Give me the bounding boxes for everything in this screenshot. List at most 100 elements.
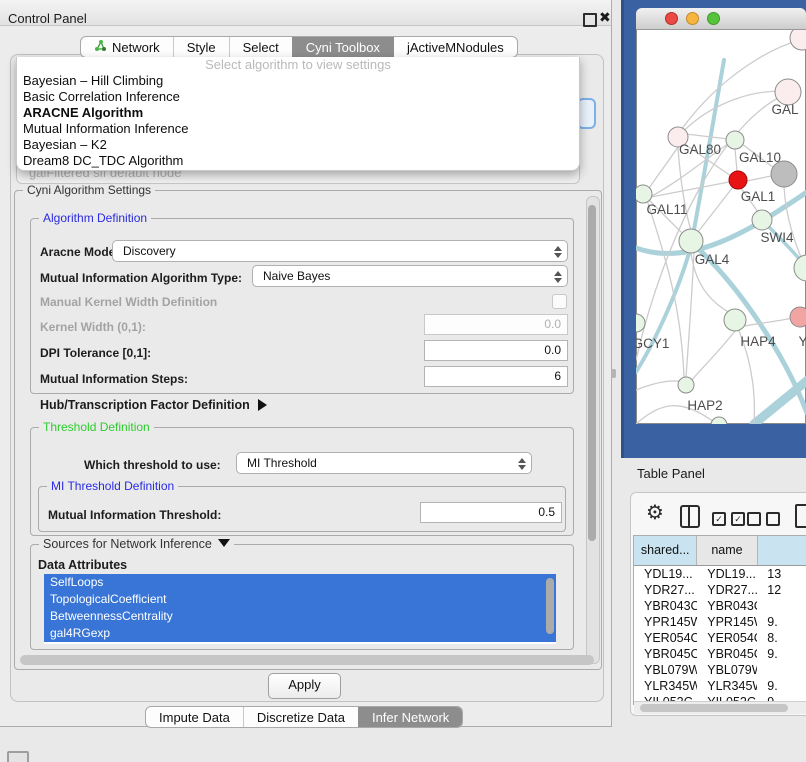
table-row[interactable]: YLR345WYLR345W9. [634,678,806,694]
window-minimize-traffic-icon[interactable] [686,12,699,25]
node-swi4[interactable] [752,210,772,230]
node-label-gcy1: GCY1 [636,336,669,351]
settings-vscrollbar-track[interactable] [586,196,600,664]
algorithm-option-aracne-algorithm[interactable]: ARACNE Algorithm [17,105,579,121]
network-canvas[interactable]: GALGAL80GAL10GAL1GAL11SWI4GAL4GCY1HAP4YH… [636,30,806,424]
tab-infer-network[interactable]: Infer Network [358,707,462,727]
gear-icon[interactable]: ⚙ [646,503,664,523]
network-edge[interactable] [698,187,733,232]
table-row[interactable]: YDR27...YDR27...12 [634,582,806,598]
column-header-extra[interactable] [758,536,806,565]
tab-label: Select [243,40,279,55]
algorithm-option-dream8-dc-tdc-algorithm[interactable]: Dream8 DC_TDC Algorithm [17,153,579,169]
node-table[interactable]: shared...nameYDL19...YDL19...13YDR27...Y… [633,535,806,705]
deselect-all-columns-icon[interactable] [747,512,780,526]
table-cell: YDL19... [697,566,757,582]
node-hap4[interactable] [724,309,746,331]
hub-definition-toggle[interactable]: Hub/Transcription Factor Definition [40,398,267,412]
node-gal4[interactable] [679,229,703,253]
data-attributes-list[interactable]: SelfLoopsTopologicalCoefficientBetweenne… [44,574,556,644]
column-header-shared[interactable]: shared... [634,536,697,565]
node-bottom[interactable] [711,417,727,424]
sources-title[interactable]: Sources for Network Inference [39,537,234,551]
tab-jactivemnodules[interactable]: jActiveMNodules [393,37,517,57]
table-row[interactable]: YBL079WYBL079W [634,662,806,678]
aracne-mode-combo[interactable]: Discovery [112,240,568,262]
attribute-item-betweennesscentrality[interactable]: BetweennessCentrality [44,608,556,625]
tab-select[interactable]: Select [229,37,292,57]
network-edge[interactable] [692,331,735,380]
dpi-tolerance-label: DPI Tolerance [0,1]: [40,346,151,360]
kernel-width-field: 0.0 [424,314,568,335]
table-cell: 9. [757,614,806,630]
node-gal1[interactable] [729,171,747,189]
close-icon[interactable]: ✖ [599,9,611,26]
algorithm-option-basic-correlation-inference[interactable]: Basic Correlation Inference [17,89,579,105]
node-gray[interactable] [771,161,797,187]
control-panel-titlebar[interactable] [0,0,611,26]
table-hscrollbar-thumb[interactable] [640,704,788,712]
attributes-vscrollbar-thumb[interactable] [546,578,554,634]
node-rightgreen[interactable] [794,255,806,281]
network-edge[interactable] [686,253,694,377]
network-edge[interactable] [747,176,771,181]
network-edge[interactable] [693,244,806,413]
window-zoom-traffic-icon[interactable] [707,12,720,25]
tab-network[interactable]: Network [81,37,173,57]
algorithm-option-bayesian-k2[interactable]: Bayesian – K2 [17,137,579,153]
node-y[interactable] [790,307,806,327]
tab-style[interactable]: Style [173,37,229,57]
collapsed-panel-button[interactable] [7,751,29,762]
table-hscrollbar-track[interactable] [634,701,806,714]
mi-steps-label: Mutual Information Steps: [40,372,188,386]
column-layout-icon[interactable] [680,505,700,528]
settings-vscrollbar-thumb[interactable] [588,205,596,541]
tab-label: Style [187,40,216,55]
export-table-icon[interactable] [795,504,806,528]
mi-threshold-title: MI Threshold Definition [47,479,178,493]
mi-threshold-field[interactable]: 0.5 [420,502,562,523]
dpi-tolerance-field[interactable]: 0.0 [424,340,568,361]
attribute-item-topologicalcoefficient[interactable]: TopologicalCoefficient [44,591,556,608]
network-window-titlebar[interactable] [636,8,806,30]
node-hap2[interactable] [678,377,694,393]
window-close-traffic-icon[interactable] [665,12,678,25]
algorithm-dropdown-popup: Select algorithm to view settings Bayesi… [16,57,580,171]
column-header-name[interactable]: name [697,536,757,565]
float-window-icon[interactable] [583,13,597,27]
table-row[interactable]: YBR045CYBR045C9. [634,646,806,662]
network-edge[interactable] [636,381,682,390]
node-label-gal11: GAL11 [646,202,687,217]
settings-hscrollbar-thumb[interactable] [20,655,594,665]
network-edge[interactable] [636,242,692,372]
network-edge[interactable] [735,149,737,171]
tab-discretize-data[interactable]: Discretize Data [243,707,358,727]
which-threshold-combo[interactable]: MI Threshold [236,452,532,474]
network-edge[interactable] [754,378,806,424]
attribute-item-selfloops[interactable]: SelfLoops [44,574,556,591]
network-edge[interactable] [745,318,792,326]
table-row[interactable]: YPR145WYPR145W9. [634,614,806,630]
table-row[interactable]: YBR043CYBR043C [634,598,806,614]
network-edge[interactable] [648,147,678,190]
tab-cyni-toolbox[interactable]: Cyni Toolbox [292,37,393,57]
node-topright[interactable] [790,30,806,50]
node-gal11[interactable] [636,185,652,203]
unchecked-box-icon [766,512,780,526]
table-row[interactable]: YDL19...YDL19...13 [634,566,806,582]
algorithm-option-mutual-information-inference[interactable]: Mutual Information Inference [17,121,579,137]
table-cell: YLR345W [697,678,757,694]
mi-type-combo[interactable]: Naive Bayes [252,265,568,287]
splitter-handle[interactable] [611,369,616,378]
tab-impute-data[interactable]: Impute Data [146,707,243,727]
algorithm-option-bayesian-hill-climbing[interactable]: Bayesian – Hill Climbing [17,73,579,89]
node-gal10[interactable] [726,131,744,149]
table-panel-title: Table Panel [637,466,705,481]
table-row[interactable]: YER054CYER054C8. [634,630,806,646]
attribute-item-gal4rgexp[interactable]: gal4RGexp [44,625,556,642]
apply-button[interactable]: Apply [268,673,341,699]
mi-steps-field[interactable]: 6 [424,366,568,387]
manual-kernel-checkbox[interactable] [552,294,567,309]
network-edge[interactable] [686,134,728,139]
select-all-columns-icon[interactable]: ✓ ✓ [712,512,745,526]
